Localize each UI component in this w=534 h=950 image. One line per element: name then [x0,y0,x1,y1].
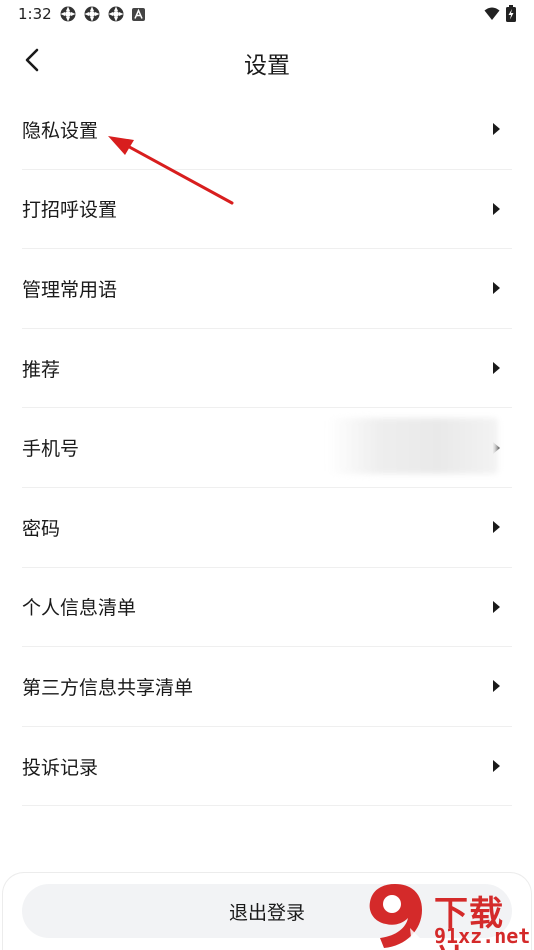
triangle-right-icon [493,282,500,295]
app-notification-icon [60,6,76,22]
settings-item-phrases[interactable]: 管理常用语 [22,249,512,329]
page-title: 设置 [244,53,290,79]
status-time: 1:32 [18,5,52,23]
app-notification-icon [108,6,124,22]
system-icons [484,5,516,22]
settings-item-personal-info-list[interactable]: 个人信息清单 [22,568,512,648]
settings-item-label: 个人信息清单 [22,597,137,620]
settings-item-privacy[interactable]: 隐私设置 [22,90,512,170]
settings-item-label: 手机号 [22,438,80,461]
settings-item-label: 密码 [22,517,61,540]
app-notification-icon [84,6,100,22]
triangle-right-icon [493,202,500,215]
settings-item-label: 隐私设置 [22,119,99,142]
triangle-right-icon [493,680,500,693]
settings-item-third-party-sharing[interactable]: 第三方信息共享清单 [22,647,512,727]
status-bar: 1:32 [0,0,534,30]
settings-item-label: 管理常用语 [22,278,118,301]
triangle-right-icon [493,760,500,773]
settings-item-label: 打招呼设置 [22,199,118,222]
notification-icons [60,6,145,22]
wifi-icon [484,7,500,20]
settings-item-complaints[interactable]: 投诉记录 [22,727,512,807]
blurred-phone-number [328,418,498,475]
settings-item-password[interactable]: 密码 [22,488,512,568]
battery-charging-icon [506,5,516,22]
settings-item-recommend[interactable]: 推荐 [22,329,512,409]
back-button[interactable] [14,42,50,78]
settings-item-label: 推荐 [22,358,61,381]
triangle-right-icon [493,521,500,534]
settings-item-label: 投诉记录 [22,756,99,779]
triangle-right-icon [493,362,500,375]
settings-item-greeting[interactable]: 打招呼设置 [22,170,512,250]
nav-bar: 设置 [0,38,534,82]
triangle-right-icon [493,600,500,613]
settings-list: 隐私设置 打招呼设置 管理常用语 推荐 手机号 密码 个人信息清单 第三方信息共… [22,90,512,807]
chevron-left-icon [25,48,39,72]
logout-button[interactable]: 退出登录 [22,884,512,938]
text-a-icon [132,7,145,21]
settings-item-label: 第三方信息共享清单 [22,676,194,699]
triangle-right-icon [493,123,500,136]
settings-item-phone[interactable]: 手机号 [22,408,512,488]
